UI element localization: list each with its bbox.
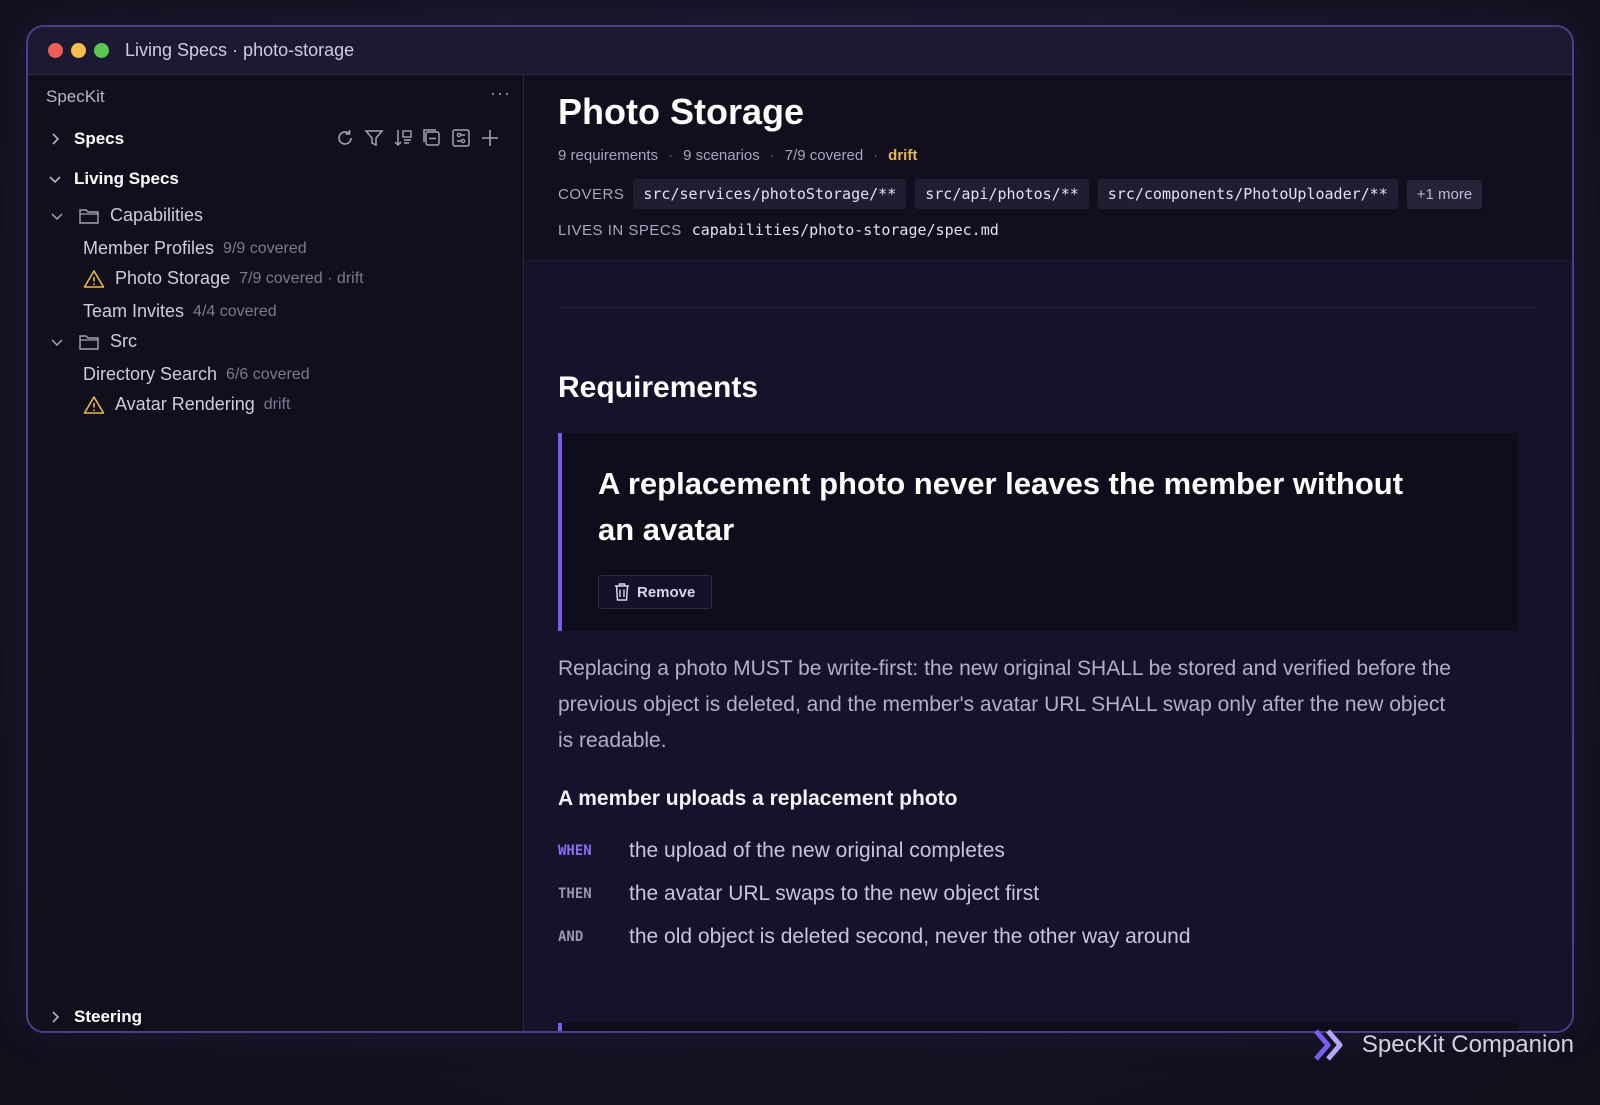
step-text: the upload of the new original completes xyxy=(629,839,1005,862)
step-keyword: AND xyxy=(558,929,584,945)
folder-icon xyxy=(79,208,99,224)
sidebar-toolbar xyxy=(334,127,501,149)
close-window-button[interactable] xyxy=(48,43,63,58)
requirement-title: A replacement photo never leaves the mem… xyxy=(598,466,1404,547)
window-title: Living Specs · photo-storage xyxy=(125,40,355,60)
app-window: Living Specs · photo-storage SpecKit ···… xyxy=(26,25,1574,1033)
chevron-right-icon xyxy=(52,1011,60,1023)
remove-label: Remove xyxy=(637,583,696,601)
folder-label: Capabilities xyxy=(110,205,204,225)
separator: · xyxy=(873,147,879,164)
tree-item-directory-search[interactable]: Directory Search 6/6 covered xyxy=(83,364,310,385)
tree-item-avatar-rendering[interactable]: Avatar Rendering drift xyxy=(83,394,290,415)
cover-path-chip[interactable]: src/services/photoStorage/** xyxy=(633,179,907,209)
section-label: Steering xyxy=(74,1007,143,1026)
separator: · xyxy=(668,147,674,164)
speckit-logo-icon xyxy=(1313,1029,1343,1061)
section-living-specs[interactable]: Living Specs xyxy=(48,169,179,189)
warning-icon xyxy=(83,395,105,414)
tree-item-member-profiles[interactable]: Member Profiles 9/9 covered xyxy=(83,238,307,259)
lives-in-row: LIVES IN SPECS capabilities/photo-storag… xyxy=(558,221,999,239)
sidebar-header: SpecKit xyxy=(46,87,105,106)
warning-icon xyxy=(83,269,105,288)
title-bar: Living Specs · photo-storage xyxy=(28,27,1572,75)
more-icon[interactable]: ··· xyxy=(490,83,511,104)
coverage-count: 7/9 covered xyxy=(784,147,864,164)
item-label: Member Profiles xyxy=(83,238,215,258)
minimize-window-button[interactable] xyxy=(71,43,86,58)
item-meta: 9/9 covered xyxy=(223,239,307,257)
cover-path-chip[interactable]: src/api/photos/** xyxy=(915,179,1089,209)
divider xyxy=(558,307,1538,308)
sort-icon[interactable] xyxy=(392,127,414,149)
requirement-description: Replacing a photo MUST be write-first: t… xyxy=(558,657,1451,752)
covers-label: COVERS xyxy=(558,185,625,203)
folder-src[interactable]: Src xyxy=(50,331,137,352)
folder-icon xyxy=(79,334,99,350)
section-title: Requirements xyxy=(558,371,759,404)
filter-icon[interactable] xyxy=(363,127,385,149)
item-meta: 7/9 covered · drift xyxy=(239,269,364,287)
spec-header: Photo Storage 9 requirements · 9 scenari… xyxy=(524,75,1572,261)
scenario-step: THEN the avatar URL swaps to the new obj… xyxy=(558,882,1039,906)
window-controls xyxy=(48,43,109,58)
separator: · xyxy=(769,147,775,164)
requirement-card: A replacement photo never leaves the mem… xyxy=(558,433,1518,631)
section-specs[interactable]: Specs xyxy=(48,129,124,149)
step-text: the avatar URL swaps to the new object f… xyxy=(629,882,1040,905)
collapse-all-icon[interactable] xyxy=(421,127,443,149)
folder-capabilities[interactable]: Capabilities xyxy=(50,205,203,226)
spec-detail-panel: Photo Storage 9 requirements · 9 scenari… xyxy=(524,75,1572,1031)
item-meta: 4/4 covered xyxy=(193,302,277,320)
requirements-count: 9 requirements xyxy=(558,147,659,164)
settings-icon[interactable] xyxy=(450,127,472,149)
scenarios-count: 9 scenarios xyxy=(683,147,760,164)
section-label: Specs xyxy=(74,129,125,148)
covers-row: COVERS src/services/photoStorage/** src/… xyxy=(558,179,1483,209)
step-keyword: THEN xyxy=(558,886,592,902)
maximize-window-button[interactable] xyxy=(94,43,109,58)
section-steering[interactable]: Steering xyxy=(48,1007,142,1027)
folder-label: Src xyxy=(110,331,137,351)
page-title: Photo Storage xyxy=(558,91,805,132)
chevron-down-icon xyxy=(51,212,63,220)
spec-stats: 9 requirements · 9 scenarios · 7/9 cover… xyxy=(558,147,917,164)
step-keyword: WHEN xyxy=(558,843,592,859)
brand-footer: SpecKit Companion xyxy=(1312,1027,1574,1063)
tree-item-team-invites[interactable]: Team Invites 4/4 covered xyxy=(83,301,277,322)
plus-icon[interactable] xyxy=(479,127,501,149)
trash-icon xyxy=(615,583,629,601)
chevron-right-icon xyxy=(52,133,60,145)
item-label: Avatar Rendering xyxy=(115,394,255,414)
remove-button[interactable]: Remove xyxy=(598,575,713,609)
item-meta: drift xyxy=(263,395,291,413)
scenario-title: A member uploads a replacement photo xyxy=(558,787,958,810)
lives-label: LIVES IN SPECS xyxy=(558,221,682,239)
scenario-step: AND the old object is deleted second, ne… xyxy=(558,925,1191,949)
chevron-down-icon xyxy=(51,338,63,346)
scenario-step: WHEN the upload of the new original comp… xyxy=(558,839,1005,863)
more-covers-button[interactable]: +1 more xyxy=(1406,179,1483,209)
refresh-icon[interactable] xyxy=(334,127,356,149)
item-label: Directory Search xyxy=(83,364,218,384)
item-label: Photo Storage xyxy=(115,268,231,288)
step-text: the old object is deleted second, never … xyxy=(629,925,1191,948)
item-label: Team Invites xyxy=(83,301,185,321)
brand-name: SpecKit Companion xyxy=(1361,1031,1574,1058)
cover-path-chip[interactable]: src/components/PhotoUploader/** xyxy=(1097,179,1398,209)
section-label: Living Specs xyxy=(74,169,179,188)
status-badge: drift xyxy=(888,147,918,164)
sidebar: SpecKit ··· Specs Living Specs Capabilit… xyxy=(28,75,524,1031)
spec-file-path[interactable]: capabilities/photo-storage/spec.md xyxy=(692,221,999,239)
item-meta: 6/6 covered xyxy=(226,365,310,383)
tree-item-photo-storage[interactable]: Photo Storage 7/9 covered · drift xyxy=(83,268,364,289)
chevron-down-icon xyxy=(49,176,61,184)
